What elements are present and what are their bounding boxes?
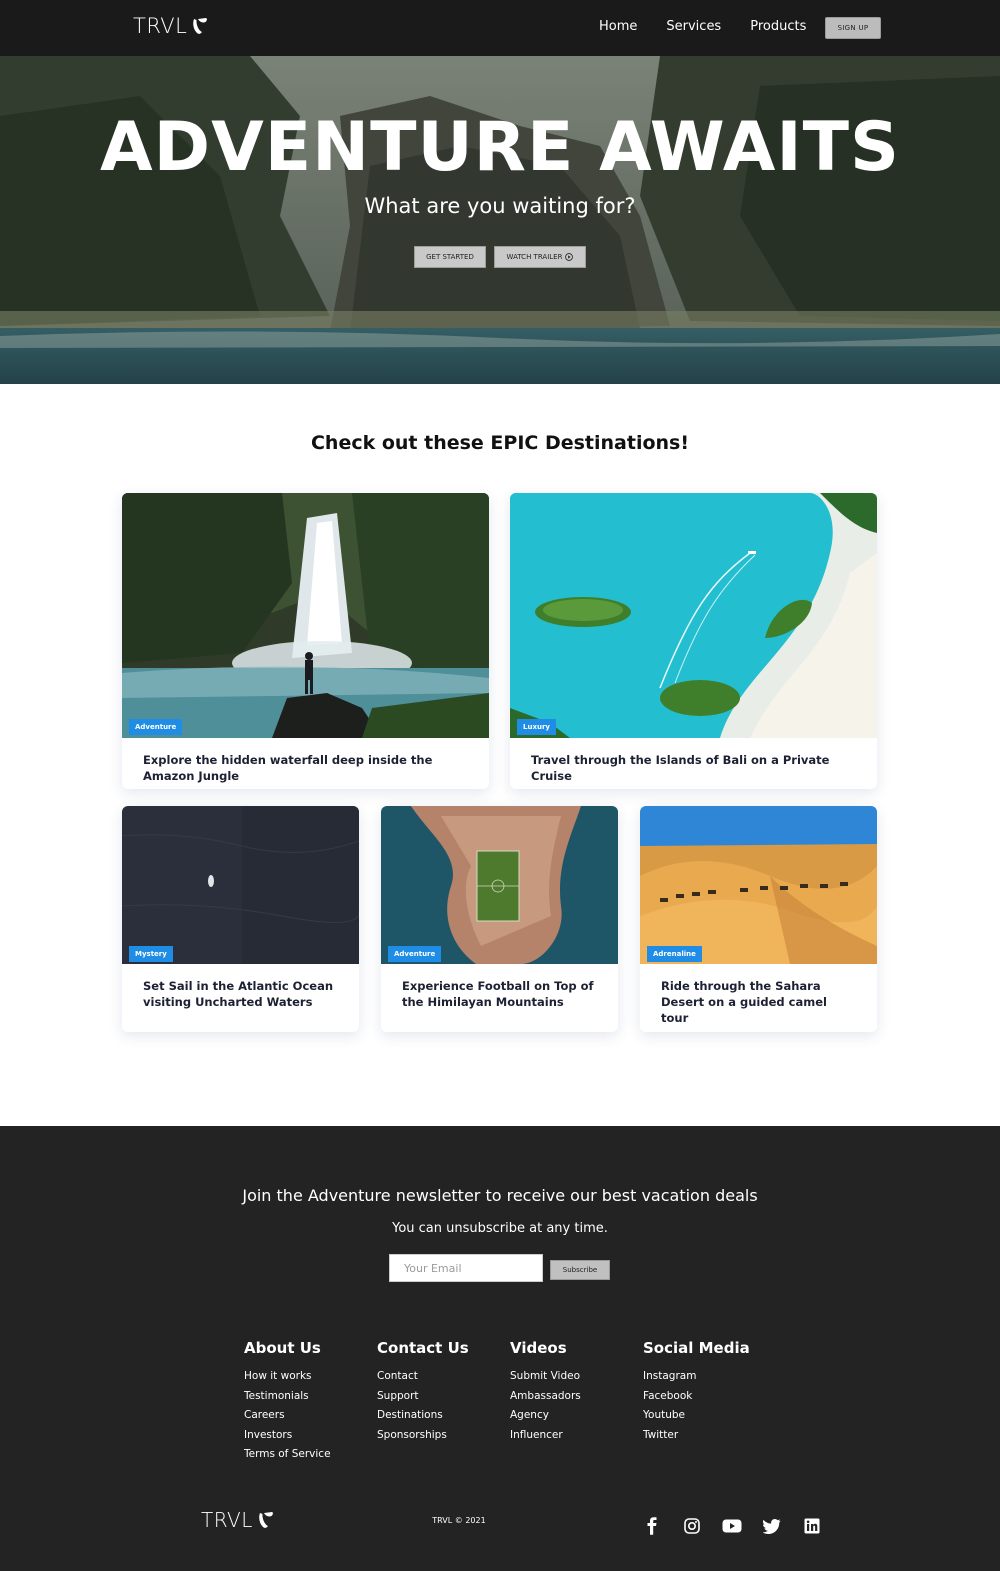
- footer-link[interactable]: Agency: [510, 1406, 581, 1426]
- footer-heading: Social Media: [643, 1339, 750, 1357]
- card-title: Ride through the Sahara Desert on a guid…: [661, 979, 827, 1025]
- navbar: TRVL Home Services Products SIGN UP: [0, 0, 1000, 56]
- hero-background-image: [0, 56, 1000, 384]
- footer-column-videos: Videos Submit Video Ambassadors Agency I…: [510, 1339, 581, 1445]
- footer-column-about: About Us How it works Testimonials Caree…: [244, 1339, 331, 1465]
- social-icons: [642, 1516, 822, 1536]
- nav-link-services[interactable]: Services: [666, 19, 721, 34]
- youtube-icon[interactable]: [722, 1516, 742, 1536]
- footer-link[interactable]: Careers: [244, 1406, 331, 1426]
- destination-card-ocean[interactable]: Mystery Set Sail in the Atlantic Ocean v…: [122, 806, 359, 1032]
- hero-title: ADVENTURE AWAITS: [100, 108, 900, 187]
- watch-trailer-label: WATCH TRAILER: [506, 253, 563, 261]
- nav-link-home[interactable]: Home: [599, 19, 637, 34]
- card-image-waterfall: [122, 493, 489, 738]
- play-circle-icon: [565, 253, 574, 261]
- typo3-logo-icon: [193, 18, 208, 34]
- destinations-title: Check out these EPIC Destinations!: [310, 432, 690, 454]
- linkedin-icon[interactable]: [802, 1516, 822, 1536]
- watch-trailer-button[interactable]: WATCH TRAILER: [494, 246, 586, 268]
- get-started-label: GET STARTED: [426, 253, 474, 261]
- footer-column-contact: Contact Us Contact Support Destinations …: [377, 1339, 469, 1445]
- card-tag: Adventure: [388, 946, 442, 962]
- footer-link[interactable]: Twitter: [643, 1426, 750, 1446]
- footer-link[interactable]: Terms of Service: [244, 1445, 331, 1465]
- destination-card-waterfall[interactable]: Adventure Explore the hidden waterfall d…: [122, 493, 489, 789]
- destination-card-football[interactable]: Adventure Experience Football on Top of …: [381, 806, 618, 1032]
- destination-card-islands[interactable]: Luxury Travel through the Islands of Bal…: [510, 493, 877, 789]
- footer-heading: Contact Us: [377, 1339, 469, 1357]
- footer-link[interactable]: Ambassadors: [510, 1387, 581, 1407]
- nav-links: Home Services Products: [599, 19, 806, 34]
- hero: ADVENTURE AWAITS What are you waiting fo…: [0, 56, 1000, 384]
- footer: Join the Adventure newsletter to receive…: [0, 1126, 1000, 1571]
- footer-link[interactable]: How it works: [244, 1367, 331, 1387]
- newsletter-subtitle: You can unsubscribe at any time.: [392, 1221, 608, 1236]
- card-title: Experience Football on Top of the Himila…: [402, 979, 594, 1009]
- footer-link[interactable]: Sponsorships: [377, 1426, 469, 1446]
- footer-column-social: Social Media Instagram Facebook Youtube …: [643, 1339, 750, 1445]
- footer-link[interactable]: Destinations: [377, 1406, 469, 1426]
- newsletter-title: Join the Adventure newsletter to receive…: [242, 1186, 758, 1205]
- hero-buttons: GET STARTED WATCH TRAILER: [414, 246, 586, 268]
- card-image-football: [381, 806, 618, 964]
- hero-subtitle: What are you waiting for?: [364, 194, 636, 218]
- footer-link[interactable]: Support: [377, 1387, 469, 1407]
- card-title: Set Sail in the Atlantic Ocean visiting …: [143, 979, 334, 1009]
- footer-link[interactable]: Submit Video: [510, 1367, 581, 1387]
- instagram-icon[interactable]: [682, 1516, 702, 1536]
- card-tag: Luxury: [517, 719, 556, 735]
- footer-link[interactable]: Influencer: [510, 1426, 581, 1446]
- footer-link[interactable]: Testimonials: [244, 1387, 331, 1407]
- card-image-ocean: [122, 806, 359, 964]
- email-input[interactable]: [389, 1254, 543, 1282]
- twitter-icon[interactable]: [762, 1516, 782, 1536]
- subscribe-button[interactable]: Subscribe: [550, 1260, 610, 1280]
- card-title: Travel through the Islands of Bali on a …: [531, 753, 830, 783]
- facebook-icon[interactable]: [642, 1516, 662, 1536]
- footer-link[interactable]: Contact: [377, 1367, 469, 1387]
- card-tag: Mystery: [129, 946, 173, 962]
- footer-link[interactable]: Youtube: [643, 1406, 750, 1426]
- signup-button[interactable]: SIGN UP: [825, 17, 881, 39]
- get-started-button[interactable]: GET STARTED: [414, 246, 486, 268]
- card-image-desert: [640, 806, 877, 964]
- nav-logo[interactable]: TRVL: [133, 14, 209, 38]
- card-tag: Adventure: [129, 719, 183, 735]
- nav-link-products[interactable]: Products: [750, 19, 806, 34]
- footer-link[interactable]: Facebook: [643, 1387, 750, 1407]
- footer-heading: Videos: [510, 1339, 567, 1357]
- card-image-islands: [510, 493, 877, 738]
- card-tag: Adrenaline: [647, 946, 702, 962]
- footer-heading: About Us: [244, 1339, 321, 1357]
- card-title: Explore the hidden waterfall deep inside…: [143, 753, 433, 783]
- footer-link[interactable]: Investors: [244, 1426, 331, 1446]
- footer-link[interactable]: Instagram: [643, 1367, 750, 1387]
- logo-text: TRVL: [133, 14, 188, 38]
- destination-card-desert[interactable]: Adrenaline Ride through the Sahara Deser…: [640, 806, 877, 1032]
